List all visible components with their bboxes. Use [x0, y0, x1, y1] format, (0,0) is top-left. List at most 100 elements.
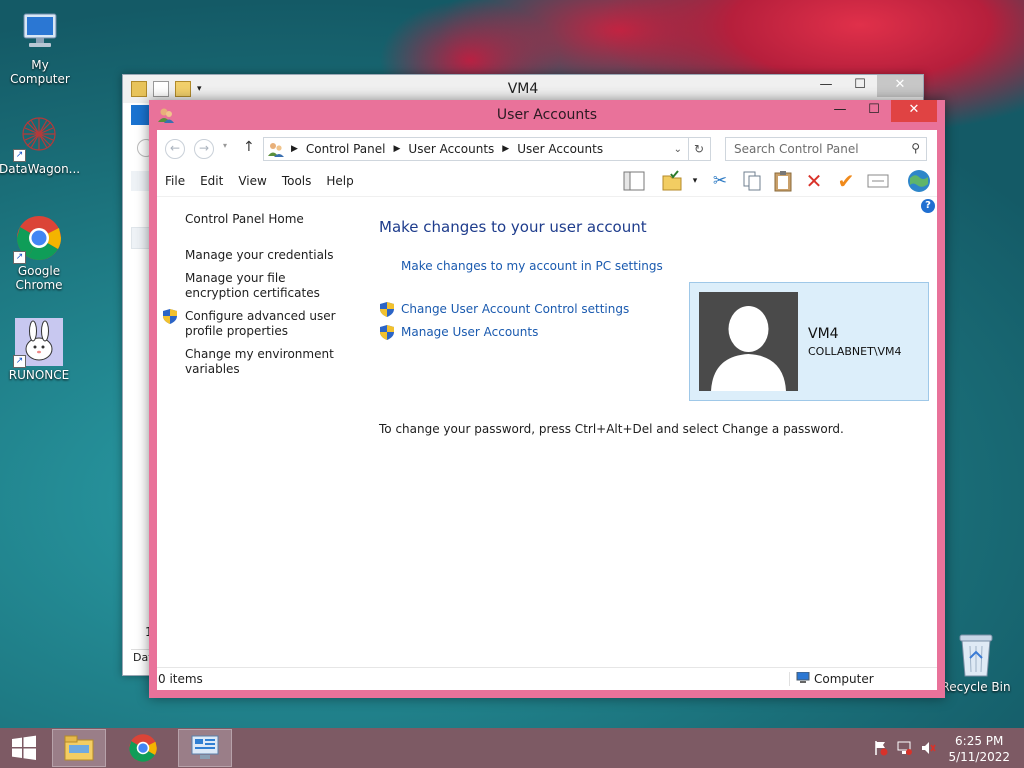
- help-icon[interactable]: ?: [921, 199, 935, 213]
- address-bar[interactable]: ▶ Control Panel ▶ User Accounts ▶ User A…: [263, 137, 689, 161]
- clock-date: 5/11/2022: [948, 750, 1010, 764]
- network-icon[interactable]: [896, 740, 912, 756]
- menu-view[interactable]: View: [238, 174, 266, 188]
- account-domain: COLLABNET\VM4: [808, 345, 902, 358]
- menu-edit[interactable]: Edit: [200, 174, 223, 188]
- datawagon-icon: ↗: [13, 112, 63, 162]
- cut-icon[interactable]: ✂: [707, 169, 733, 193]
- desktop-icon-recycle-bin[interactable]: Recycle Bin: [936, 630, 1016, 694]
- desktop-icon-label: RUNONCE: [8, 368, 70, 382]
- taskbar-file-explorer[interactable]: [52, 729, 106, 767]
- menu-tools[interactable]: Tools: [282, 174, 312, 188]
- background-window-titlebar[interactable]: ▾ VM4 — ☐ ✕: [123, 75, 923, 103]
- manage-encryption-certificates-link[interactable]: Manage your file encryption certificates: [185, 271, 345, 301]
- password-note: To change your password, press Ctrl+Alt+…: [379, 422, 844, 436]
- action-center-flag-icon[interactable]: [874, 740, 888, 756]
- configure-profile-properties-link[interactable]: Configure advanced user profile properti…: [185, 309, 345, 339]
- computer-icon: [796, 672, 810, 683]
- folder-check-icon: [662, 170, 682, 191]
- paste-icon: [774, 171, 792, 192]
- manage-credentials-link[interactable]: Manage your credentials: [185, 248, 345, 263]
- desktop-icon-google-chrome[interactable]: ↗ Google Chrome: [0, 214, 79, 292]
- background-window-controls: — ☐ ✕: [809, 75, 923, 97]
- breadcrumb-user-accounts-current[interactable]: User Accounts: [517, 142, 603, 156]
- arrow-left-icon: ←: [169, 141, 181, 155]
- desktop-icon-label: Recycle Bin: [941, 680, 1011, 694]
- windows-logo-icon: [12, 735, 36, 760]
- refresh-button[interactable]: ↻: [688, 137, 711, 161]
- status-location-label: Computer: [814, 672, 874, 686]
- maximize-button[interactable]: ☐: [857, 100, 891, 122]
- taskbar-control-panel[interactable]: [178, 729, 232, 767]
- user-silhouette-icon: [711, 306, 786, 391]
- uac-shield-icon: [380, 325, 394, 340]
- delete-icon[interactable]: ✕: [801, 169, 827, 193]
- paste-button[interactable]: [770, 169, 796, 193]
- control-panel-home-link[interactable]: Control Panel Home: [185, 212, 345, 227]
- search-icon[interactable]: ⚲: [911, 141, 920, 155]
- menu-file[interactable]: File: [165, 174, 185, 188]
- layout-pane-button[interactable]: [621, 169, 647, 193]
- account-card: VM4 COLLABNET\VM4: [689, 282, 929, 401]
- minimize-button[interactable]: —: [823, 100, 857, 122]
- back-button[interactable]: ←: [165, 139, 185, 159]
- manage-user-accounts-link[interactable]: Manage User Accounts: [401, 325, 538, 339]
- maximize-button[interactable]: ☐: [843, 75, 877, 97]
- breadcrumb-user-accounts[interactable]: User Accounts: [408, 142, 494, 156]
- window-titlebar[interactable]: User Accounts — ☐ ✕: [149, 100, 945, 130]
- breadcrumb-separator-icon[interactable]: ▶: [502, 144, 509, 154]
- shortcut-arrow-icon: ↗: [13, 149, 26, 162]
- search-placeholder: Search Control Panel: [734, 142, 859, 156]
- user-accounts-window[interactable]: User Accounts — ☐ ✕ ← → ▾ ↑ ▶ Control Pa…: [149, 100, 945, 698]
- forward-button[interactable]: →: [194, 139, 214, 159]
- account-name: VM4: [808, 326, 839, 342]
- item-count: 0 items: [158, 672, 203, 686]
- shortcut-arrow-icon: ↗: [13, 355, 26, 368]
- taskbar-chrome[interactable]: [116, 729, 170, 767]
- window-client-area: ← → ▾ ↑ ▶ Control Panel ▶ User Accounts …: [157, 130, 937, 690]
- menu-help[interactable]: Help: [326, 174, 353, 188]
- menu-toolbar-row: File Edit View Tools Help ▾ ✂ ✕ ✔: [157, 166, 937, 197]
- control-panel-icon: [191, 735, 219, 759]
- desktop-icon-datawagon[interactable]: ↗ DataWagon...: [0, 112, 80, 176]
- shortcut-arrow-icon: ↗: [13, 251, 26, 264]
- copy-button[interactable]: [739, 169, 765, 193]
- desktop: My Computer ↗ DataWagon... ↗ Google Chro…: [0, 0, 1024, 728]
- rabbit-icon: ↗: [13, 318, 63, 368]
- close-button[interactable]: ✕: [891, 100, 937, 122]
- page-heading: Make changes to your user account: [379, 218, 647, 236]
- internet-button[interactable]: [905, 169, 933, 193]
- start-button[interactable]: [0, 729, 48, 767]
- up-arrow-icon[interactable]: ↑: [243, 139, 255, 155]
- close-button[interactable]: ✕: [877, 75, 923, 97]
- folder-options-chevron-icon[interactable]: ▾: [687, 169, 703, 193]
- desktop-icon-runonce[interactable]: ↗ RUNONCE: [0, 318, 79, 382]
- address-row: ← → ▾ ↑ ▶ Control Panel ▶ User Accounts …: [157, 130, 937, 166]
- change-uac-settings-link[interactable]: Change User Account Control settings: [401, 302, 629, 316]
- chrome-icon: [129, 734, 157, 762]
- minimize-button[interactable]: —: [809, 75, 843, 97]
- pc-settings-link[interactable]: Make changes to my account in PC setting…: [401, 259, 663, 273]
- refresh-icon: ↻: [693, 142, 705, 156]
- breadcrumb-separator-icon[interactable]: ▶: [394, 144, 401, 154]
- search-input[interactable]: Search Control Panel ⚲: [725, 137, 927, 161]
- clock[interactable]: 6:25 PM 5/11/2022: [948, 733, 1010, 765]
- rename-icon: [867, 174, 889, 188]
- arrow-right-icon: →: [198, 141, 210, 155]
- address-dropdown-chevron-icon[interactable]: ⌄: [674, 144, 682, 155]
- copy-icon: [743, 171, 761, 191]
- recent-locations-chevron-icon[interactable]: ▾: [223, 141, 227, 150]
- breadcrumb-control-panel[interactable]: Control Panel: [306, 142, 386, 156]
- volume-muted-icon[interactable]: [920, 740, 936, 756]
- chrome-icon: ↗: [13, 214, 63, 264]
- status-location: Computer: [789, 672, 874, 686]
- layout-pane-icon: [623, 171, 645, 191]
- menu-bar: File Edit View Tools Help: [165, 174, 354, 188]
- desktop-icon-my-computer[interactable]: My Computer: [0, 8, 80, 86]
- rename-button[interactable]: [865, 169, 891, 193]
- change-environment-variables-link[interactable]: Change my environment variables: [185, 347, 345, 377]
- desktop-icon-label: Google Chrome: [15, 264, 63, 292]
- folder-options-button[interactable]: [659, 169, 685, 193]
- uac-shield-icon: [380, 302, 394, 317]
- properties-check-icon[interactable]: ✔: [833, 169, 859, 193]
